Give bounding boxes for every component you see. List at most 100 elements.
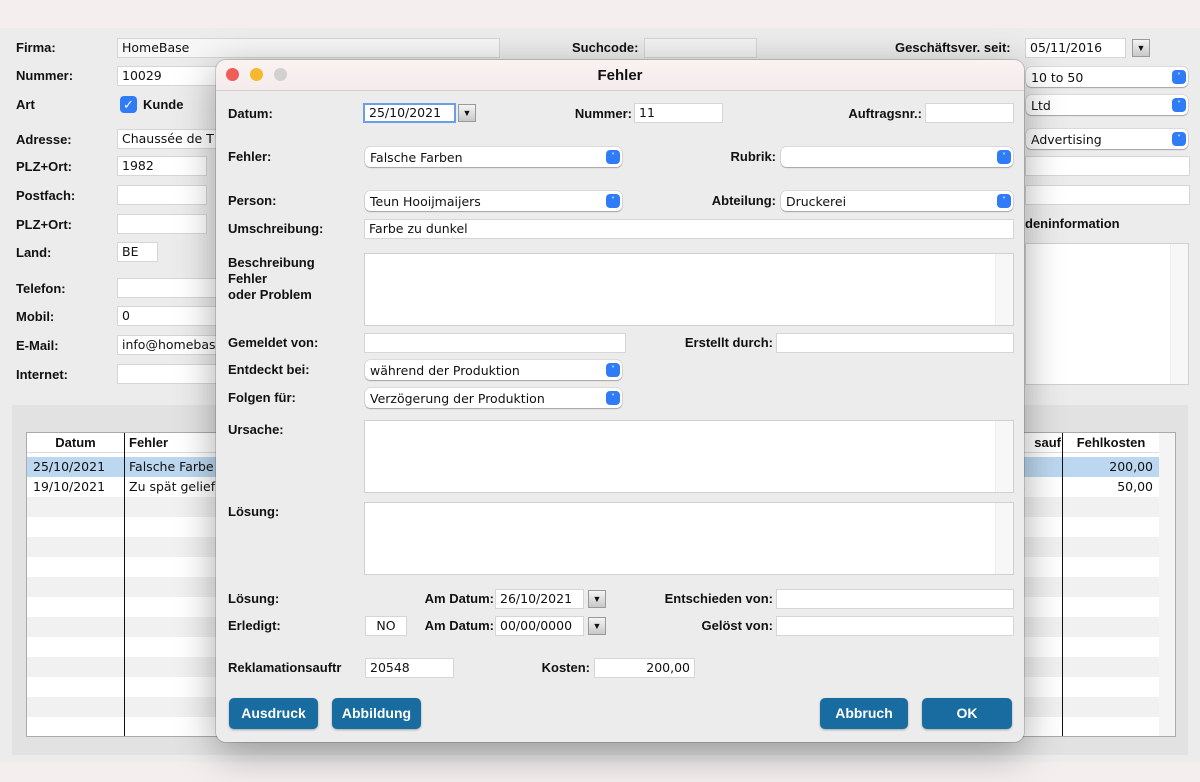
- adresse-label: Adresse:: [16, 132, 72, 147]
- chevron-down-icon: ˅: [606, 391, 620, 405]
- email-label: E-Mail:: [16, 338, 59, 353]
- header-datum[interactable]: Datum: [27, 433, 124, 453]
- abbruch-button[interactable]: Abbruch: [820, 698, 908, 729]
- postfach-field[interactable]: [117, 185, 207, 205]
- person-select[interactable]: Teun Hooijmaijers ˅: [365, 191, 622, 211]
- datum-picker-button[interactable]: ▼: [458, 104, 476, 122]
- fehler-dialog: Fehler Datum: 25/10/2021 ▼ Nummer: 11 Au…: [216, 60, 1024, 742]
- chevron-down-icon: ˅: [1172, 70, 1186, 84]
- cell-datum: 25/10/2021: [33, 459, 106, 474]
- header-fehler[interactable]: Fehler: [129, 433, 168, 453]
- plz-ort-2-label: PLZ+Ort:: [16, 217, 72, 232]
- mobil-label: Mobil:: [16, 309, 55, 324]
- since-field[interactable]: 05/11/2016: [1025, 38, 1126, 58]
- entschieden-field[interactable]: [776, 589, 1014, 609]
- employees-select[interactable]: 10 to 50 ˅: [1026, 67, 1188, 87]
- chevron-down-icon: ˅: [1172, 98, 1186, 112]
- plz-ort-field[interactable]: 1982: [117, 156, 207, 176]
- abteilung-value: Druckerei: [786, 194, 847, 209]
- cell-kosten: 50,00: [1117, 479, 1153, 494]
- nummer-field[interactable]: 11: [634, 103, 723, 123]
- reklamation-label: Reklamationsauftr: [228, 660, 342, 675]
- chevron-down-icon: ˅: [606, 194, 620, 208]
- suchcode-field[interactable]: [644, 38, 757, 58]
- cell-datum: 19/10/2021: [33, 479, 106, 494]
- erledigt-datum-picker-button[interactable]: ▼: [588, 617, 606, 635]
- nummer-label: Nummer:: [16, 68, 74, 83]
- scrollbar[interactable]: [995, 503, 1013, 574]
- plz-ort-2-field[interactable]: [117, 214, 207, 234]
- loesung-textarea[interactable]: [364, 502, 1014, 575]
- table-scrollbar[interactable]: [1159, 433, 1175, 736]
- fehler-select[interactable]: Falsche Farben ˅: [365, 147, 622, 167]
- chevron-down-icon: ˅: [1172, 132, 1186, 146]
- right-field-1[interactable]: [1025, 156, 1190, 176]
- erledigt-label: Erledigt:: [228, 618, 281, 633]
- kunde-checkbox[interactable]: ✓: [120, 96, 137, 113]
- abteilung-select[interactable]: Druckerei ˅: [781, 191, 1013, 211]
- email-field[interactable]: info@homebas: [117, 335, 217, 355]
- entdeckt-value: während der Produktion: [370, 363, 520, 378]
- right-field-2[interactable]: [1025, 185, 1190, 205]
- postfach-label: Postfach:: [16, 188, 76, 203]
- land-field[interactable]: BE: [117, 242, 158, 262]
- geloest-field[interactable]: [776, 616, 1014, 636]
- fehler-value: Falsche Farben: [370, 150, 463, 165]
- dialog-titlebar: Fehler: [216, 60, 1024, 91]
- rubrik-label: Rubrik:: [730, 149, 777, 164]
- gemeldet-field[interactable]: [364, 333, 626, 353]
- entdeckt-select[interactable]: während der Produktion ˅: [365, 360, 622, 380]
- firma-field[interactable]: HomeBase: [117, 38, 500, 58]
- internet-field[interactable]: [117, 364, 217, 384]
- folgen-select[interactable]: Verzögerung der Produktion ˅: [365, 388, 622, 408]
- am-datum-2-label: Am Datum:: [424, 618, 494, 633]
- nummer-field[interactable]: 10029: [117, 66, 217, 86]
- erledigt-datum-field[interactable]: 00/00/0000: [495, 616, 584, 636]
- header-fehlkosten[interactable]: Fehlkosten: [1063, 433, 1159, 453]
- chevron-down-icon: ˅: [606, 150, 620, 164]
- scrollbar[interactable]: [995, 254, 1013, 325]
- cell-fehler: Falsche Farbe: [129, 459, 214, 474]
- loesung-label: Lösung:: [228, 504, 280, 519]
- entschieden-label: Entschieden von:: [664, 591, 773, 606]
- fehler-label: Fehler:: [228, 149, 272, 164]
- scrollbar[interactable]: [1170, 244, 1188, 384]
- legal-form-select[interactable]: Ltd ˅: [1026, 95, 1188, 115]
- cell-fehler: Zu spät gelief: [129, 479, 216, 494]
- datum-label: Datum:: [228, 106, 273, 121]
- internet-label: Internet:: [16, 367, 68, 382]
- auftragsnr-field[interactable]: [925, 103, 1014, 123]
- reklamation-field[interactable]: 20548: [365, 658, 454, 678]
- since-date-picker-button[interactable]: ▼: [1132, 39, 1150, 57]
- kosten-field[interactable]: 200,00: [594, 658, 695, 678]
- datum-field[interactable]: 25/10/2021: [363, 103, 456, 123]
- beschreibung-label-1: Beschreibung: [228, 255, 315, 270]
- adresse-field[interactable]: Chaussée de T: [117, 129, 217, 149]
- rubrik-select[interactable]: ˅: [781, 147, 1013, 167]
- person-value: Teun Hooijmaijers: [370, 194, 481, 209]
- abteilung-label: Abteilung:: [711, 193, 776, 208]
- column-divider: [124, 433, 125, 736]
- beschreibung-label-2: Fehler: [228, 271, 268, 286]
- abbildung-button[interactable]: Abbildung: [332, 698, 421, 729]
- entdeckt-label: Entdeckt bei:: [228, 362, 310, 377]
- mobil-field[interactable]: 0: [117, 306, 217, 326]
- telefon-label: Telefon:: [16, 281, 66, 296]
- loesung-datum-picker-button[interactable]: ▼: [588, 590, 606, 608]
- cell-kosten: 200,00: [1109, 459, 1153, 474]
- ok-button[interactable]: OK: [922, 698, 1012, 729]
- column-divider: [1062, 433, 1063, 736]
- erstellt-field[interactable]: [776, 333, 1014, 353]
- scrollbar[interactable]: [995, 421, 1013, 492]
- info-label: deninformation: [1025, 216, 1120, 231]
- ursache-textarea[interactable]: [364, 420, 1014, 493]
- employees-value: 10 to 50: [1031, 70, 1084, 85]
- info-textarea[interactable]: [1025, 243, 1189, 385]
- loesung-datum-field[interactable]: 26/10/2021: [495, 589, 584, 609]
- sector-select[interactable]: Advertising ˅: [1026, 129, 1188, 149]
- telefon-field[interactable]: [117, 278, 217, 298]
- umschreibung-field[interactable]: Farbe zu dunkel: [364, 219, 1014, 239]
- ausdruck-button[interactable]: Ausdruck: [229, 698, 318, 729]
- folgen-value: Verzögerung der Produktion: [370, 391, 545, 406]
- beschreibung-textarea[interactable]: [364, 253, 1014, 326]
